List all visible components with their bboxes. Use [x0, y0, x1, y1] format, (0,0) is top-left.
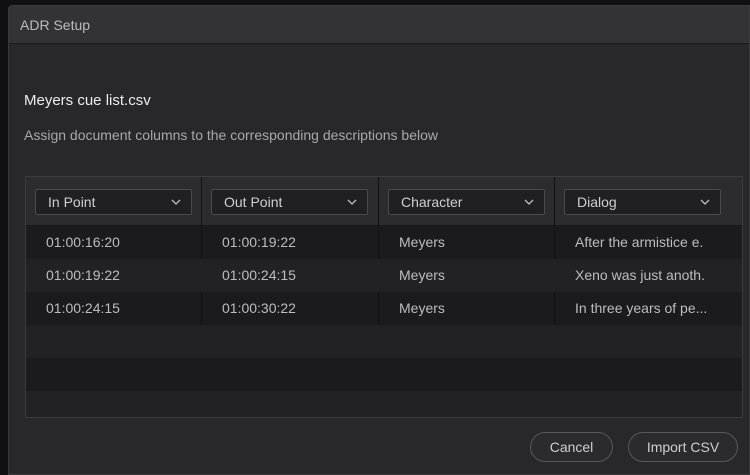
- column-dropdown-out-point[interactable]: Out Point: [211, 189, 368, 215]
- dialog-title: ADR Setup: [20, 16, 91, 33]
- column-dropdown-dialog[interactable]: Dialog: [564, 189, 721, 215]
- cell-in-point: 01:00:19:22: [46, 267, 120, 283]
- cell-in-point: 01:00:16:20: [46, 234, 120, 250]
- column-mapping-table: In Point Out Point Character Dialog 01:0…: [25, 176, 743, 418]
- instructions-text: Assign document columns to the correspon…: [24, 127, 439, 143]
- column-dropdown-label: Dialog: [577, 194, 617, 210]
- column-dropdown-in-point[interactable]: In Point: [35, 189, 192, 215]
- dialog-titlebar[interactable]: ADR Setup: [9, 6, 749, 44]
- table-row[interactable]: 01:00:16:20 01:00:19:22 Meyers After the…: [26, 226, 742, 259]
- cell-in-point: 01:00:24:15: [46, 300, 120, 316]
- cell-out-point: 01:00:30:22: [222, 300, 296, 316]
- cell-out-point: 01:00:24:15: [222, 267, 296, 283]
- cell-dialog: In three years of pe...: [575, 300, 708, 316]
- column-dropdown-label: Character: [401, 194, 463, 210]
- cell-out-point: 01:00:19:22: [222, 234, 296, 250]
- cell-character: Meyers: [399, 267, 445, 283]
- cell-dialog: After the armistice e.: [575, 234, 704, 250]
- cell-dialog: Xeno was just anoth.: [575, 267, 705, 283]
- file-title: Meyers cue list.csv: [24, 92, 151, 109]
- table-row[interactable]: 01:00:19:22 01:00:24:15 Meyers Xeno was …: [26, 259, 742, 292]
- column-dropdown-label: In Point: [48, 194, 96, 210]
- cell-character: Meyers: [399, 300, 445, 316]
- empty-row: [26, 391, 742, 417]
- cancel-button[interactable]: Cancel: [530, 432, 613, 462]
- chevron-down-icon: [524, 199, 534, 205]
- chevron-down-icon: [347, 199, 357, 205]
- column-dropdown-label: Out Point: [224, 194, 283, 210]
- chevron-down-icon: [700, 199, 710, 205]
- empty-row: [26, 325, 742, 358]
- chevron-down-icon: [171, 199, 181, 205]
- column-dropdown-character[interactable]: Character: [388, 189, 545, 215]
- table-header-row: In Point Out Point Character Dialog: [26, 177, 742, 226]
- import-csv-button[interactable]: Import CSV: [628, 432, 738, 462]
- cell-character: Meyers: [399, 234, 445, 250]
- table-row[interactable]: 01:00:24:15 01:00:30:22 Meyers In three …: [26, 292, 742, 325]
